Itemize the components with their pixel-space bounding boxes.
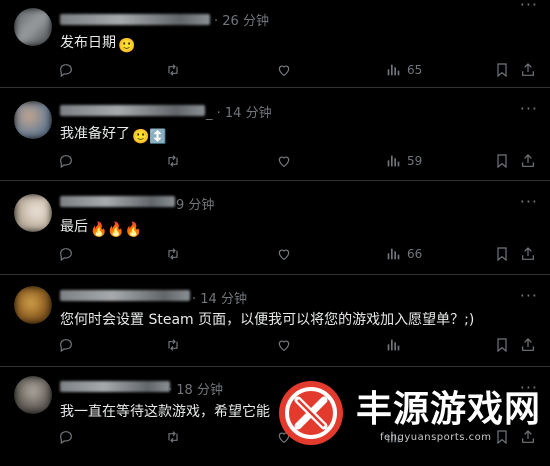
reply-text: 您何时会设置 Steam 页面，以便我可以将您的游戏加入愿望单？;) <box>60 312 475 328</box>
reply-text: 我一直在等待这款游戏，希望它能 <box>60 404 270 420</box>
more-icon[interactable]: ··· <box>520 378 538 397</box>
bookmark-icon <box>494 153 510 169</box>
reply-text: 最后 🔥🔥🔥 <box>60 219 143 238</box>
retweet-icon <box>165 429 181 445</box>
heart-icon <box>276 62 292 78</box>
views-icon <box>385 153 401 169</box>
retweet-button[interactable] <box>165 151 181 171</box>
avatar[interactable] <box>14 376 52 414</box>
emoji: 🙂↕️ <box>132 129 167 145</box>
action-bar: 66 <box>0 244 550 264</box>
action-bar: 65 <box>0 60 550 80</box>
avatar[interactable] <box>14 194 52 232</box>
watermark-logo-icon <box>279 381 343 445</box>
bookmark-icon <box>494 246 510 262</box>
more-icon[interactable]: ··· <box>520 286 538 305</box>
retweet-icon <box>165 153 181 169</box>
reply-text: 发布日期 🙂 <box>60 35 136 54</box>
retweet-button[interactable] <box>165 60 181 80</box>
username-redacted[interactable] <box>60 14 210 25</box>
retweet-icon <box>165 246 181 262</box>
share-icon <box>520 62 536 78</box>
share-icon <box>520 337 536 353</box>
share-button[interactable] <box>520 151 536 171</box>
share-button[interactable] <box>520 335 536 355</box>
emoji: 🙂 <box>118 38 136 54</box>
username-redacted[interactable] <box>60 196 175 207</box>
timestamp[interactable]: 9 分钟 <box>176 194 214 213</box>
like-button[interactable] <box>276 60 292 80</box>
reply-button[interactable] <box>58 427 74 447</box>
view-count: 66 <box>407 247 423 261</box>
like-button[interactable] <box>276 151 292 171</box>
action-bar: 59 <box>0 151 550 171</box>
reply-icon <box>58 429 74 445</box>
avatar[interactable] <box>14 101 52 139</box>
bookmark-button[interactable] <box>494 335 510 355</box>
timestamp[interactable]: · 18 分钟 <box>168 379 223 398</box>
emoji: 🔥🔥🔥 <box>90 222 143 238</box>
heart-icon <box>276 337 292 353</box>
avatar[interactable] <box>14 286 52 324</box>
watermark-brand: 丰源游戏网 <box>356 389 542 430</box>
bookmark-button[interactable] <box>494 60 510 80</box>
reply-icon <box>58 153 74 169</box>
heart-icon <box>276 153 292 169</box>
bookmark-icon <box>494 337 510 353</box>
share-icon <box>520 246 536 262</box>
view-count: 59 <box>407 154 423 168</box>
retweet-icon <box>165 337 181 353</box>
views-icon <box>385 337 401 353</box>
reply-button[interactable] <box>58 60 74 80</box>
bookmark-button[interactable] <box>494 244 510 264</box>
reply-icon <box>58 337 74 353</box>
share-icon <box>520 153 536 169</box>
views-button[interactable]: 66 <box>385 244 422 264</box>
view-count: 65 <box>407 63 423 77</box>
retweet-button[interactable] <box>165 427 181 447</box>
views-button[interactable] <box>385 335 407 355</box>
more-icon[interactable]: ··· <box>520 192 538 211</box>
action-bar <box>0 335 550 355</box>
reply-icon <box>58 246 74 262</box>
username-redacted[interactable] <box>60 105 205 116</box>
retweet-button[interactable] <box>165 335 181 355</box>
timestamp[interactable]: · 26 分钟 <box>214 10 269 29</box>
share-button[interactable] <box>520 60 536 80</box>
username-redacted[interactable] <box>60 290 190 301</box>
username-redacted[interactable] <box>60 381 170 392</box>
more-icon[interactable]: ··· <box>520 0 538 14</box>
timestamp[interactable]: _ · 14 分钟 <box>206 102 272 121</box>
reply-button[interactable] <box>58 151 74 171</box>
reply-button[interactable] <box>58 244 74 264</box>
more-icon[interactable]: ··· <box>520 99 538 118</box>
reply-text: 我准备好了 🙂↕️ <box>60 126 167 145</box>
share-button[interactable] <box>520 244 536 264</box>
bookmark-button[interactable] <box>494 151 510 171</box>
reply-icon <box>58 62 74 78</box>
bookmark-icon <box>494 62 510 78</box>
timestamp[interactable]: · 14 分钟 <box>192 288 247 307</box>
avatar[interactable] <box>14 8 52 46</box>
heart-icon <box>276 246 292 262</box>
watermark-url: fengyuansports.com <box>380 432 492 443</box>
retweet-button[interactable] <box>165 244 181 264</box>
views-icon <box>385 62 401 78</box>
watermark: 丰源游戏网 fengyuansports.com <box>270 372 550 454</box>
views-icon <box>385 246 401 262</box>
like-button[interactable] <box>276 244 292 264</box>
retweet-icon <box>165 62 181 78</box>
reply-button[interactable] <box>58 335 74 355</box>
like-button[interactable] <box>276 335 292 355</box>
views-button[interactable]: 65 <box>385 60 422 80</box>
views-button[interactable]: 59 <box>385 151 422 171</box>
